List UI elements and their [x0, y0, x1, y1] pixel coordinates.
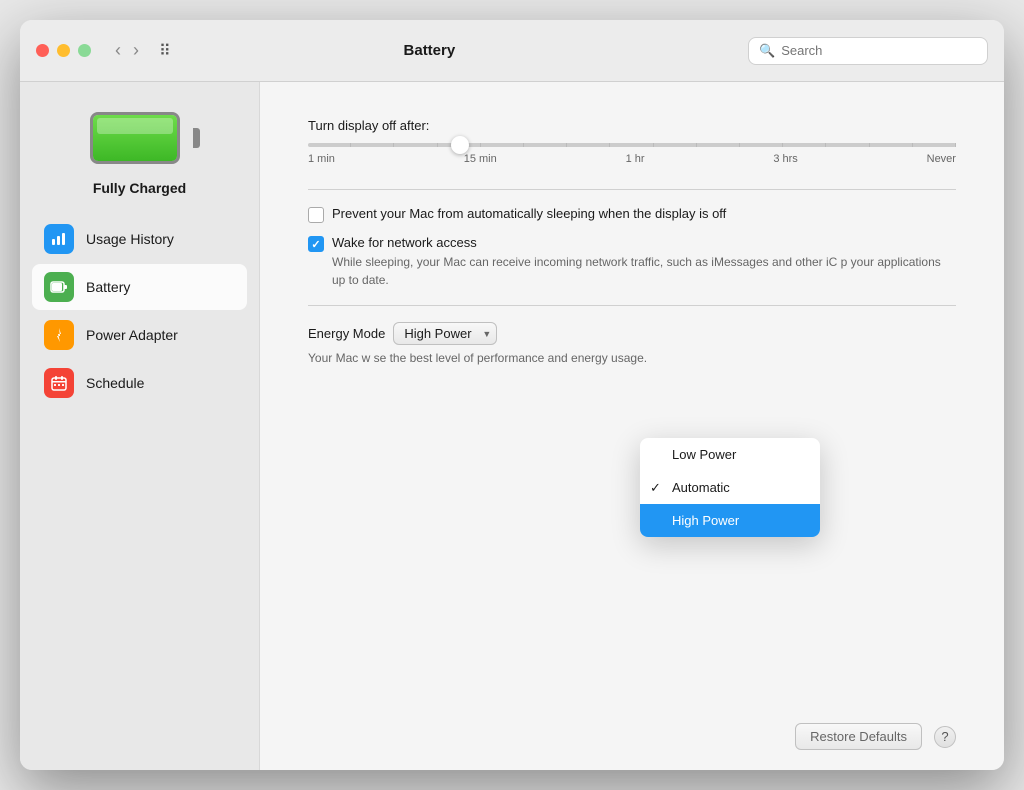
search-icon: 🔍	[759, 43, 775, 59]
slider-label-never: Never	[927, 153, 956, 165]
slider-container[interactable]: 1 min 15 min 1 hr 3 hrs Never	[308, 143, 956, 165]
low-power-label: Low Power	[672, 447, 736, 462]
battery-label: Battery	[86, 279, 130, 295]
battery-visual	[90, 112, 190, 164]
content-area: Fully Charged Usage History	[20, 82, 1004, 770]
minimize-button[interactable]	[57, 44, 70, 57]
wake-network-checkbox[interactable]	[308, 236, 324, 252]
slider-label-3hrs: 3 hrs	[773, 153, 797, 165]
prevent-sleep-label: Prevent your Mac from automatically slee…	[332, 206, 726, 221]
sidebar: Fully Charged Usage History	[20, 82, 260, 770]
search-input[interactable]	[781, 43, 977, 58]
power-adapter-label: Power Adapter	[86, 327, 178, 343]
search-box: 🔍	[748, 37, 988, 65]
schedule-label: Schedule	[86, 375, 144, 391]
wake-network-row: Wake for network access While sleeping, …	[308, 235, 956, 289]
wake-network-label: Wake for network access	[332, 235, 956, 250]
wake-network-content: Wake for network access While sleeping, …	[332, 235, 956, 289]
dropdown-item-low-power[interactable]: Low Power	[640, 438, 820, 471]
battery-status-label: Fully Charged	[93, 180, 186, 196]
slider-label-15min: 15 min	[464, 153, 497, 165]
battery-sheen	[97, 118, 173, 134]
dropdown-item-high-power[interactable]: High Power	[640, 504, 820, 537]
dropdown-menu: Low Power ✓ Automatic High Power	[640, 438, 820, 537]
energy-mode-label: Energy Mode	[308, 326, 385, 341]
wake-network-desc: While sleeping, your Mac can receive inc…	[332, 253, 956, 289]
sidebar-nav: Usage History Battery	[20, 216, 259, 408]
window-title: Battery	[123, 42, 736, 59]
slider-thumb[interactable]	[451, 136, 469, 154]
energy-mode-row: Energy Mode Automatic Low Power High Pow…	[308, 322, 956, 345]
usage-history-label: Usage History	[86, 231, 174, 247]
main-panel: Turn display off after:	[260, 82, 1004, 707]
prevent-sleep-row: Prevent your Mac from automatically slee…	[308, 206, 956, 223]
restore-defaults-button[interactable]: Restore Defaults	[795, 723, 922, 750]
window-controls	[36, 44, 91, 57]
display-off-label: Turn display off after:	[308, 118, 956, 133]
usage-history-icon	[44, 224, 74, 254]
sidebar-item-power-adapter[interactable]: Power Adapter	[32, 312, 247, 358]
display-off-section: Turn display off after:	[308, 118, 956, 165]
power-adapter-icon	[44, 320, 74, 350]
sidebar-item-usage-history[interactable]: Usage History	[32, 216, 247, 262]
help-button[interactable]: ?	[934, 726, 956, 748]
divider-2	[308, 305, 956, 306]
divider-1	[308, 189, 956, 190]
bottom-bar: Restore Defaults ?	[260, 707, 1004, 770]
dropdown-item-automatic[interactable]: ✓ Automatic	[640, 471, 820, 504]
schedule-icon	[44, 368, 74, 398]
slider-label-1hr: 1 hr	[626, 153, 645, 165]
sidebar-item-schedule[interactable]: Schedule	[32, 360, 247, 406]
high-power-label: High Power	[672, 513, 739, 528]
automatic-check-icon: ✓	[650, 480, 661, 496]
slider-ticks	[308, 143, 956, 147]
slider-labels: 1 min 15 min 1 hr 3 hrs Never	[308, 153, 956, 165]
system-preferences-window: ‹ › ⠿ Battery 🔍 Fully Charged	[20, 20, 1004, 770]
sidebar-item-battery[interactable]: Battery	[32, 264, 247, 310]
slider-label-1min: 1 min	[308, 153, 335, 165]
maximize-button[interactable]	[78, 44, 91, 57]
automatic-label: Automatic	[672, 480, 730, 495]
slider-track	[308, 143, 956, 147]
energy-mode-select[interactable]: Automatic Low Power High Power	[393, 322, 497, 345]
battery-icon	[44, 272, 74, 302]
close-button[interactable]	[36, 44, 49, 57]
battery-tip	[193, 128, 200, 148]
battery-shell	[90, 112, 180, 164]
prevent-sleep-checkbox[interactable]	[308, 207, 324, 223]
energy-mode-select-wrapper: Automatic Low Power High Power ▼	[393, 322, 497, 345]
titlebar: ‹ › ⠿ Battery 🔍	[20, 20, 1004, 82]
energy-mode-desc: Your Mac w se the best level of performa…	[308, 349, 956, 367]
